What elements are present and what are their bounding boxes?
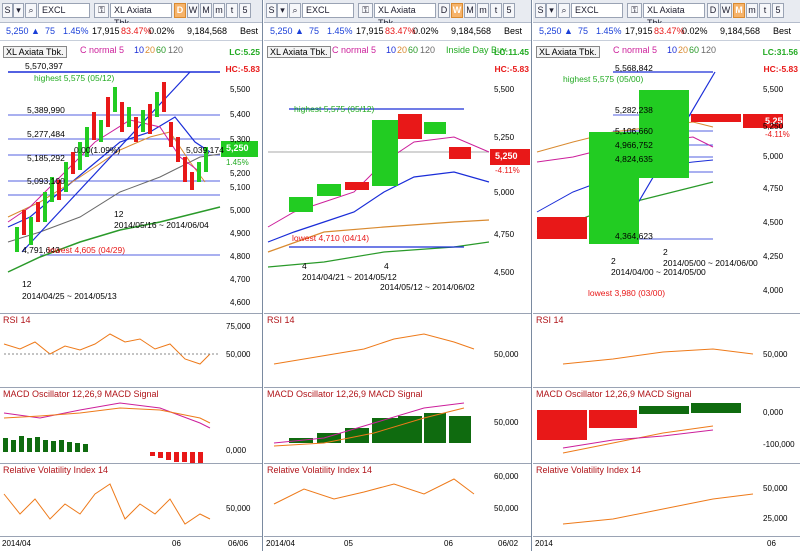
- badge-pct: 1.45%: [226, 158, 249, 167]
- symbol-input[interactable]: EXCL: [302, 3, 354, 18]
- change-pct: 1.45%: [327, 26, 353, 36]
- volume: 17,915: [356, 26, 384, 36]
- best-label: Best: [504, 26, 523, 36]
- date-axis: 2014/04 05 06 06/02: [264, 536, 531, 551]
- period-5-button[interactable]: 5: [503, 3, 515, 18]
- chart-window-weekly: S ▾ ⌕ EXCL ⚿ XL Axiata Tbk. D W M m t 5 …: [264, 0, 532, 551]
- date-axis: 2014 06: [533, 536, 800, 551]
- rvi-panel[interactable]: Relative Volatility Index 14 50,000: [0, 463, 262, 537]
- trade-value: 9,184,568: [451, 26, 492, 36]
- dropdown-icon[interactable]: ▾: [277, 3, 288, 18]
- trade-value: 9,184,568: [720, 26, 761, 36]
- quote-bar: 5,250 ▲ 75 1.45% 17,915 83.47% 0.02% 9,1…: [533, 23, 800, 41]
- menu-s-button[interactable]: S: [535, 3, 546, 18]
- macd-panel[interactable]: MACD Oscillator 12,26,9 MACD Signal 0,00…: [0, 387, 262, 463]
- trade-value: 9,184,568: [187, 26, 228, 36]
- period-t-button[interactable]: t: [490, 3, 502, 18]
- badge-price: 5,250: [495, 151, 518, 161]
- dropdown-icon[interactable]: ▾: [546, 3, 557, 18]
- ratio2: 0.02%: [682, 26, 708, 36]
- period-5-button[interactable]: 5: [239, 3, 251, 18]
- change-arrow: ▲: [31, 26, 40, 36]
- period-t-button[interactable]: t: [226, 3, 238, 18]
- ratio2: 0.02%: [149, 26, 175, 36]
- change-value: 75: [45, 26, 56, 36]
- change-arrow: ▲: [295, 26, 304, 36]
- date-axis: 2014/04 06 06/06: [0, 536, 262, 551]
- last-price: 5,250: [539, 26, 562, 36]
- change-arrow: ▲: [564, 26, 573, 36]
- best-label: Best: [773, 26, 792, 36]
- toolbar: S ▾ ⌕ EXCL ⚿ XL Axiata Tbk. D W M m t 5: [264, 0, 531, 28]
- company-name: XL Axiata Tbk.: [374, 3, 436, 28]
- dropdown-icon[interactable]: ▾: [13, 3, 24, 18]
- quote-bar: 5,250 ▲ 75 1.45% 17,915 83.47% 0.02% 9,1…: [0, 23, 262, 41]
- chart-window-daily: S ▾ ⌕ EXCL ⚿ XL Axiata Tbk. D W M m t 5 …: [0, 0, 263, 551]
- period-min-button[interactable]: m: [746, 3, 758, 18]
- macd-panel[interactable]: MACD Oscillator 12,26,9 MACD Signal 50,0…: [264, 387, 531, 463]
- price-chart[interactable]: XL Axiata Tbk. C normal 5 10 20 60 120 I…: [264, 42, 531, 311]
- company-name: XL Axiata Tbk.: [110, 3, 172, 28]
- company-name: XL Axiata Tbk.: [643, 3, 705, 28]
- change-value: 75: [309, 26, 320, 36]
- period-m-button[interactable]: M: [200, 3, 212, 18]
- volume: 17,915: [92, 26, 120, 36]
- search-icon[interactable]: ⌕: [558, 3, 570, 18]
- period-t-button[interactable]: t: [759, 3, 771, 18]
- quote-bar: 5,250 ▲ 75 1.45% 17,915 83.47% 0.02% 9,1…: [264, 23, 531, 41]
- price-chart[interactable]: XL Axiata Tbk. C normal 5 10 20 60 120 L…: [533, 42, 800, 311]
- menu-s-button[interactable]: S: [2, 3, 13, 18]
- toolbar: S ▾ ⌕ EXCL ⚿ XL Axiata Tbk. D W M m t 5: [533, 0, 800, 28]
- period-5-button[interactable]: 5: [772, 3, 784, 18]
- period-d-button[interactable]: D: [438, 3, 450, 18]
- menu-s-button[interactable]: S: [266, 3, 277, 18]
- period-w-button[interactable]: W: [720, 3, 732, 18]
- symbol-input[interactable]: EXCL: [571, 3, 623, 18]
- rsi-panel[interactable]: RSI 14 50,000: [264, 313, 531, 387]
- ratio: 83.47%: [654, 26, 685, 36]
- ratio: 83.47%: [385, 26, 416, 36]
- change-pct: 1.45%: [596, 26, 622, 36]
- rvi-panel[interactable]: Relative Volatility Index 14 50,000 25,0…: [533, 463, 800, 537]
- period-d-button[interactable]: D: [174, 3, 186, 18]
- period-m-button[interactable]: M: [733, 3, 745, 18]
- period-m-button[interactable]: M: [464, 3, 476, 18]
- rsi-panel[interactable]: RSI 14 50,000: [533, 313, 800, 387]
- last-price: 5,250: [270, 26, 293, 36]
- ratio: 83.47%: [121, 26, 152, 36]
- rvi-panel[interactable]: Relative Volatility Index 14 60,000 50,0…: [264, 463, 531, 537]
- period-min-button[interactable]: m: [213, 3, 225, 18]
- lock-icon[interactable]: ⚿: [358, 3, 373, 18]
- symbol-input[interactable]: EXCL: [38, 3, 90, 18]
- period-min-button[interactable]: m: [477, 3, 489, 18]
- lock-icon[interactable]: ⚿: [94, 3, 109, 18]
- lock-icon[interactable]: ⚿: [627, 3, 642, 18]
- badge-pct: -4.11%: [765, 130, 790, 139]
- macd-panel[interactable]: MACD Oscillator 12,26,9 MACD Signal 0,00…: [533, 387, 800, 463]
- period-w-button[interactable]: W: [451, 3, 463, 18]
- period-d-button[interactable]: D: [707, 3, 719, 18]
- badge-price: 5,250: [226, 143, 249, 153]
- badge-pct: -4.11%: [495, 166, 520, 175]
- search-icon[interactable]: ⌕: [25, 3, 37, 18]
- change-pct: 1.45%: [63, 26, 89, 36]
- toolbar: S ▾ ⌕ EXCL ⚿ XL Axiata Tbk. D W M m t 5: [0, 0, 262, 28]
- search-icon[interactable]: ⌕: [289, 3, 301, 18]
- chart-window-monthly: S ▾ ⌕ EXCL ⚿ XL Axiata Tbk. D W M m t 5 …: [533, 0, 800, 551]
- ratio2: 0.02%: [413, 26, 439, 36]
- period-w-button[interactable]: W: [187, 3, 199, 18]
- price-chart[interactable]: XL Axiata Tbk. C normal 5 10 20 60 120 L…: [0, 42, 262, 311]
- last-price: 5,250: [6, 26, 29, 36]
- volume: 17,915: [625, 26, 653, 36]
- rsi-panel[interactable]: RSI 14 75,000 50,000: [0, 313, 262, 387]
- best-label: Best: [240, 26, 259, 36]
- change-value: 75: [578, 26, 589, 36]
